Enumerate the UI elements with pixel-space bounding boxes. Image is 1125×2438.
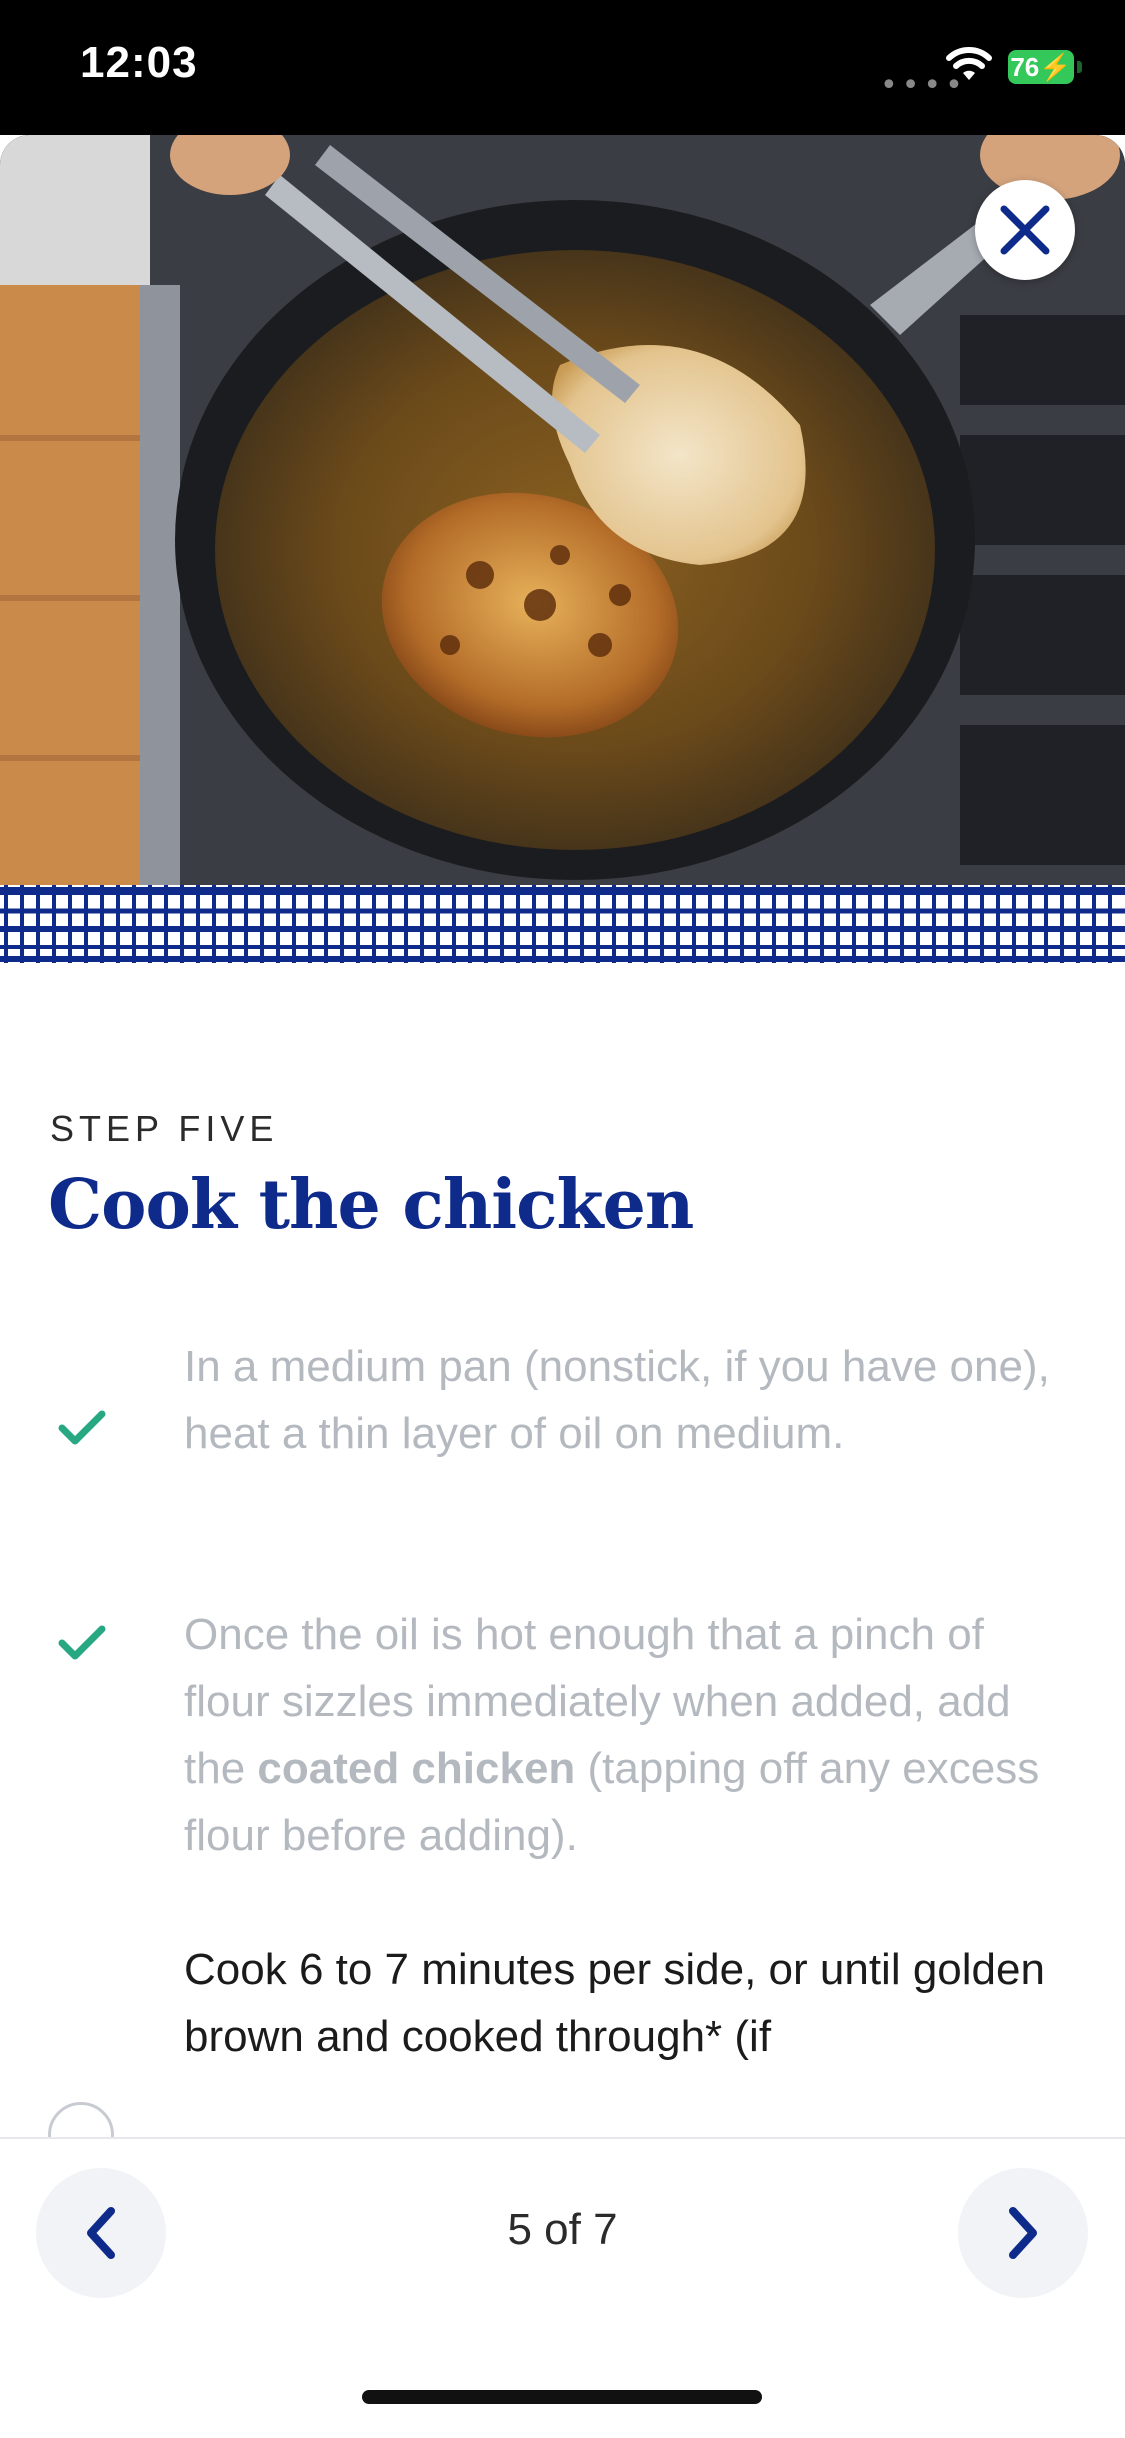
- checkmark-icon: [58, 1410, 106, 1445]
- next-step-button[interactable]: [958, 2168, 1088, 2298]
- instructions-list: In a medium pan (nonstick, if you have o…: [0, 1300, 1125, 2137]
- close-icon: [1000, 205, 1050, 255]
- close-button[interactable]: [975, 180, 1075, 280]
- step-number-label: STEP FIVE: [50, 1108, 279, 1149]
- battery-indicator: 76⚡: [1008, 50, 1082, 84]
- decorative-check-pattern: [0, 885, 1125, 963]
- status-time: 12:03: [80, 38, 198, 87]
- status-bar: 12:03 •••• 76⚡: [0, 0, 1125, 135]
- step-title: Cook the chicken: [48, 1165, 694, 1245]
- instruction-ingredient: coated chicken: [257, 1744, 576, 1793]
- instruction-text: Cook 6 to 7 minutes per side, or until g…: [184, 1945, 1045, 2061]
- wifi-icon: [945, 44, 993, 88]
- instruction-text: In a medium pan (nonstick, if you have o…: [184, 1342, 1050, 1458]
- home-indicator[interactable]: [362, 2390, 762, 2404]
- battery-level: 76: [1010, 52, 1040, 82]
- step-photo: [0, 135, 1125, 885]
- step-counter: 5 of 7: [507, 2205, 618, 2254]
- checkmark-icon: [58, 1625, 106, 1660]
- instruction-text: Once the oil is hot enough that a pinch …: [184, 1601, 1064, 1869]
- chevron-right-icon: [1009, 2207, 1037, 2259]
